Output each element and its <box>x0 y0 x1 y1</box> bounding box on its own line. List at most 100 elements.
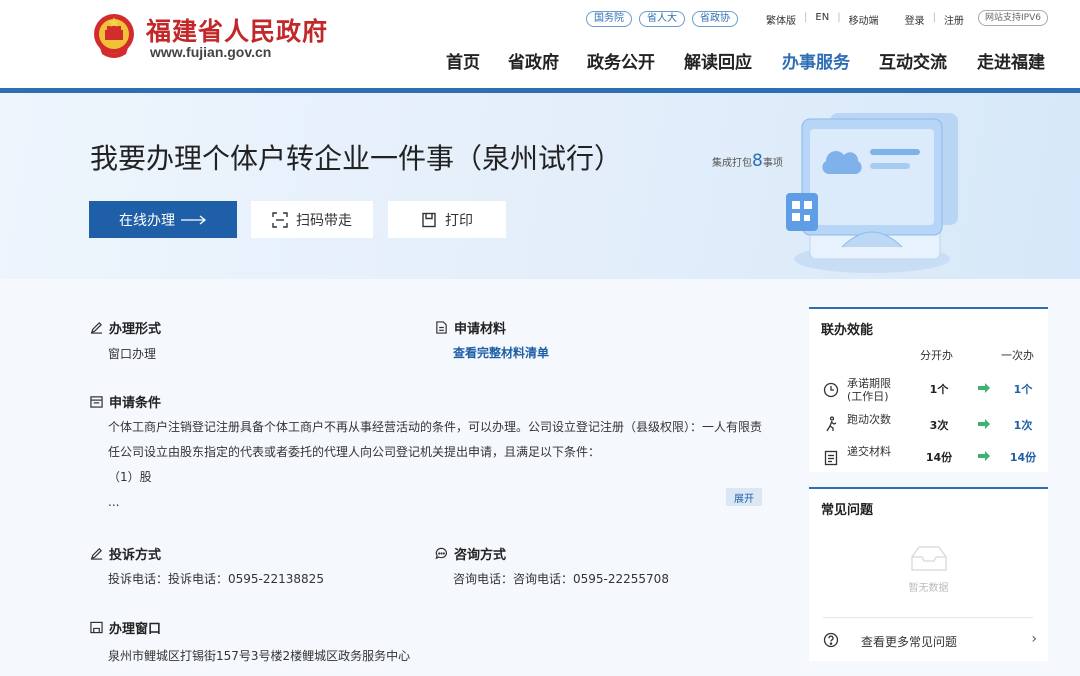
print-label: 打印 <box>445 212 473 229</box>
section-complaint: 投诉方式 <box>90 544 161 563</box>
section-form-title: 办理形式 <box>109 322 162 337</box>
pen-icon <box>90 322 103 334</box>
pen-icon <box>90 548 103 560</box>
faq-more-label: 查看更多常见问题 <box>861 635 958 649</box>
nav-gov-affairs[interactable]: 政务公开 <box>587 48 655 73</box>
arrow-right-icon <box>181 214 207 225</box>
arrow-right-icon <box>978 451 990 461</box>
faq-panel: 常见问题 暂无数据 查看更多常见问题 › <box>809 487 1048 661</box>
efficiency-row-deadline: 承诺期限 (工作日) 1个 1个 <box>809 377 1048 405</box>
efficiency-row-label-main: 承诺期限 <box>847 377 891 390</box>
conditions-line: （1）股 <box>108 470 152 484</box>
calendar-icon <box>90 396 103 408</box>
divider: | <box>932 12 936 23</box>
nav-about-fujian[interactable]: 走进福建 <box>977 48 1045 73</box>
section-consult-title: 咨询方式 <box>454 548 507 563</box>
top-links: 繁体版 | EN | 移动端 登录 | 注册 <box>766 12 964 27</box>
site-name[interactable]: 福建省人民政府 <box>146 12 328 48</box>
scan-icon <box>272 211 288 228</box>
arrow-right-icon <box>978 419 990 429</box>
efficiency-row-materials: 递交材料 14份 14份 <box>809 445 1048 473</box>
conditions-ellipsis: ... <box>108 495 120 509</box>
consult-phone: 咨询电话：咨询电话：0595-22255708 <box>453 572 669 586</box>
nav-services[interactable]: 办事服务 <box>782 48 850 73</box>
divider: | <box>837 12 841 23</box>
page-title: 我要办理个体户转企业一件事（泉州试行） <box>90 142 623 175</box>
scan-qr-button[interactable]: 扫码带走 <box>251 201 373 238</box>
nav-provincial-gov[interactable]: 省政府 <box>508 48 559 73</box>
efficiency-value-separate: 1个 <box>929 383 949 396</box>
efficiency-row-label: 承诺期限 (工作日) <box>847 377 891 403</box>
efficiency-value-once: 1次 <box>1013 419 1033 432</box>
section-conditions: 申请条件 <box>90 392 161 411</box>
document-icon <box>436 321 447 334</box>
section-complaint-title: 投诉方式 <box>109 548 162 563</box>
site-header: 福建省人民政府 www.fujian.gov.cn 国务院 省人大 省政协 繁体… <box>0 0 1080 88</box>
section-materials: 申请材料 <box>435 318 506 337</box>
expand-button[interactable]: 展开 <box>726 488 762 506</box>
section-form: 办理形式 <box>90 318 161 337</box>
print-icon <box>422 212 436 227</box>
link-login[interactable]: 登录 <box>905 12 925 27</box>
divider: | <box>804 12 808 23</box>
efficiency-row-label: 跑动次数 <box>847 413 891 426</box>
conditions-line: 任公司设立由股东指定的代表或者委托的代理人向公司登记机关提出申请，且满足以下条件… <box>108 445 601 459</box>
form-value: 窗口办理 <box>108 347 157 361</box>
service-window-icon <box>90 621 103 634</box>
efficiency-row-label-sub: (工作日) <box>847 390 889 403</box>
efficiency-row-trips: 跑动次数 3次 1次 <box>809 411 1048 439</box>
window-address: 泉州市鲤城区打锡街157号3号楼2楼鲤城区政务服务中心 <box>108 649 411 663</box>
empty-inbox-icon <box>911 546 947 571</box>
link-register[interactable]: 注册 <box>944 12 964 27</box>
efficiency-value-separate: 14份 <box>925 451 953 464</box>
online-apply-label: 在线办理 <box>119 212 175 229</box>
faq-title: 常见问题 <box>821 503 874 518</box>
efficiency-col-separate: 分开办 <box>920 349 953 362</box>
tag-provincial-congress[interactable]: 省人大 <box>639 11 685 27</box>
walking-person-icon <box>826 416 837 432</box>
question-circle-icon <box>823 632 839 648</box>
section-conditions-title: 申请条件 <box>109 396 162 411</box>
complaint-phone: 投诉电话：投诉电话：0595-22138825 <box>108 572 324 586</box>
section-consult: 咨询方式 <box>435 544 506 563</box>
link-english[interactable]: EN <box>815 12 829 27</box>
item-count-prefix: 集成打包 <box>712 158 752 169</box>
item-count-number: 8 <box>752 151 763 171</box>
clock-icon <box>823 382 839 398</box>
scan-qr-label: 扫码带走 <box>296 212 352 229</box>
link-mobile[interactable]: 移动端 <box>849 12 879 27</box>
divider <box>823 617 1033 618</box>
top-tag-group: 国务院 省人大 省政协 <box>586 11 738 27</box>
efficiency-title: 联办效能 <box>821 323 874 338</box>
arrow-right-icon <box>978 383 990 393</box>
hero-banner: 我要办理个体户转企业一件事（泉州试行） 集成打包8事项 在线办理 扫码带走 打印 <box>0 93 1080 279</box>
conditions-line: 个体工商户注销登记注册具备个体工商户不再从事经营活动的条件，可以办理。公司设立登… <box>108 420 763 434</box>
conditions-body: 个体工商户注销登记注册具备个体工商户不再从事经营活动的条件，可以办理。公司设立登… <box>108 415 768 515</box>
efficiency-panel: 联办效能 分开办 一次办 承诺期限 (工作日) 1个 1个 跑动次数 3次 1次… <box>809 307 1048 472</box>
ipv6-badge: 网站支持IPV6 <box>978 10 1048 26</box>
efficiency-value-once: 1个 <box>1013 383 1033 396</box>
efficiency-value-separate: 3次 <box>929 419 949 432</box>
nav-interaction[interactable]: 互动交流 <box>879 48 947 73</box>
print-button[interactable]: 打印 <box>388 201 506 238</box>
materials-list-link[interactable]: 查看完整材料清单 <box>453 344 549 361</box>
efficiency-value-once: 14份 <box>1009 451 1037 464</box>
section-window-title: 办理窗口 <box>109 622 162 637</box>
tag-provincial-cppcc[interactable]: 省政协 <box>692 11 738 27</box>
service-illustration-icon <box>786 113 958 273</box>
faq-more-link[interactable]: 查看更多常见问题 › <box>823 631 1037 651</box>
section-window: 办理窗口 <box>90 618 161 637</box>
chat-bubble-icon <box>435 547 448 560</box>
nav-home[interactable]: 首页 <box>446 48 480 73</box>
section-materials-title: 申请材料 <box>454 322 507 337</box>
document-icon <box>824 450 838 466</box>
tag-state-council[interactable]: 国务院 <box>586 11 632 27</box>
efficiency-row-label: 递交材料 <box>847 445 891 458</box>
online-apply-button[interactable]: 在线办理 <box>89 201 237 238</box>
main-nav: 首页 省政府 政务公开 解读回应 办事服务 互动交流 走进福建 <box>0 48 1080 74</box>
chevron-right-icon: › <box>1031 631 1037 647</box>
nav-interpretation[interactable]: 解读回应 <box>684 48 752 73</box>
efficiency-col-once: 一次办 <box>1001 349 1034 362</box>
link-traditional[interactable]: 繁体版 <box>766 12 796 27</box>
